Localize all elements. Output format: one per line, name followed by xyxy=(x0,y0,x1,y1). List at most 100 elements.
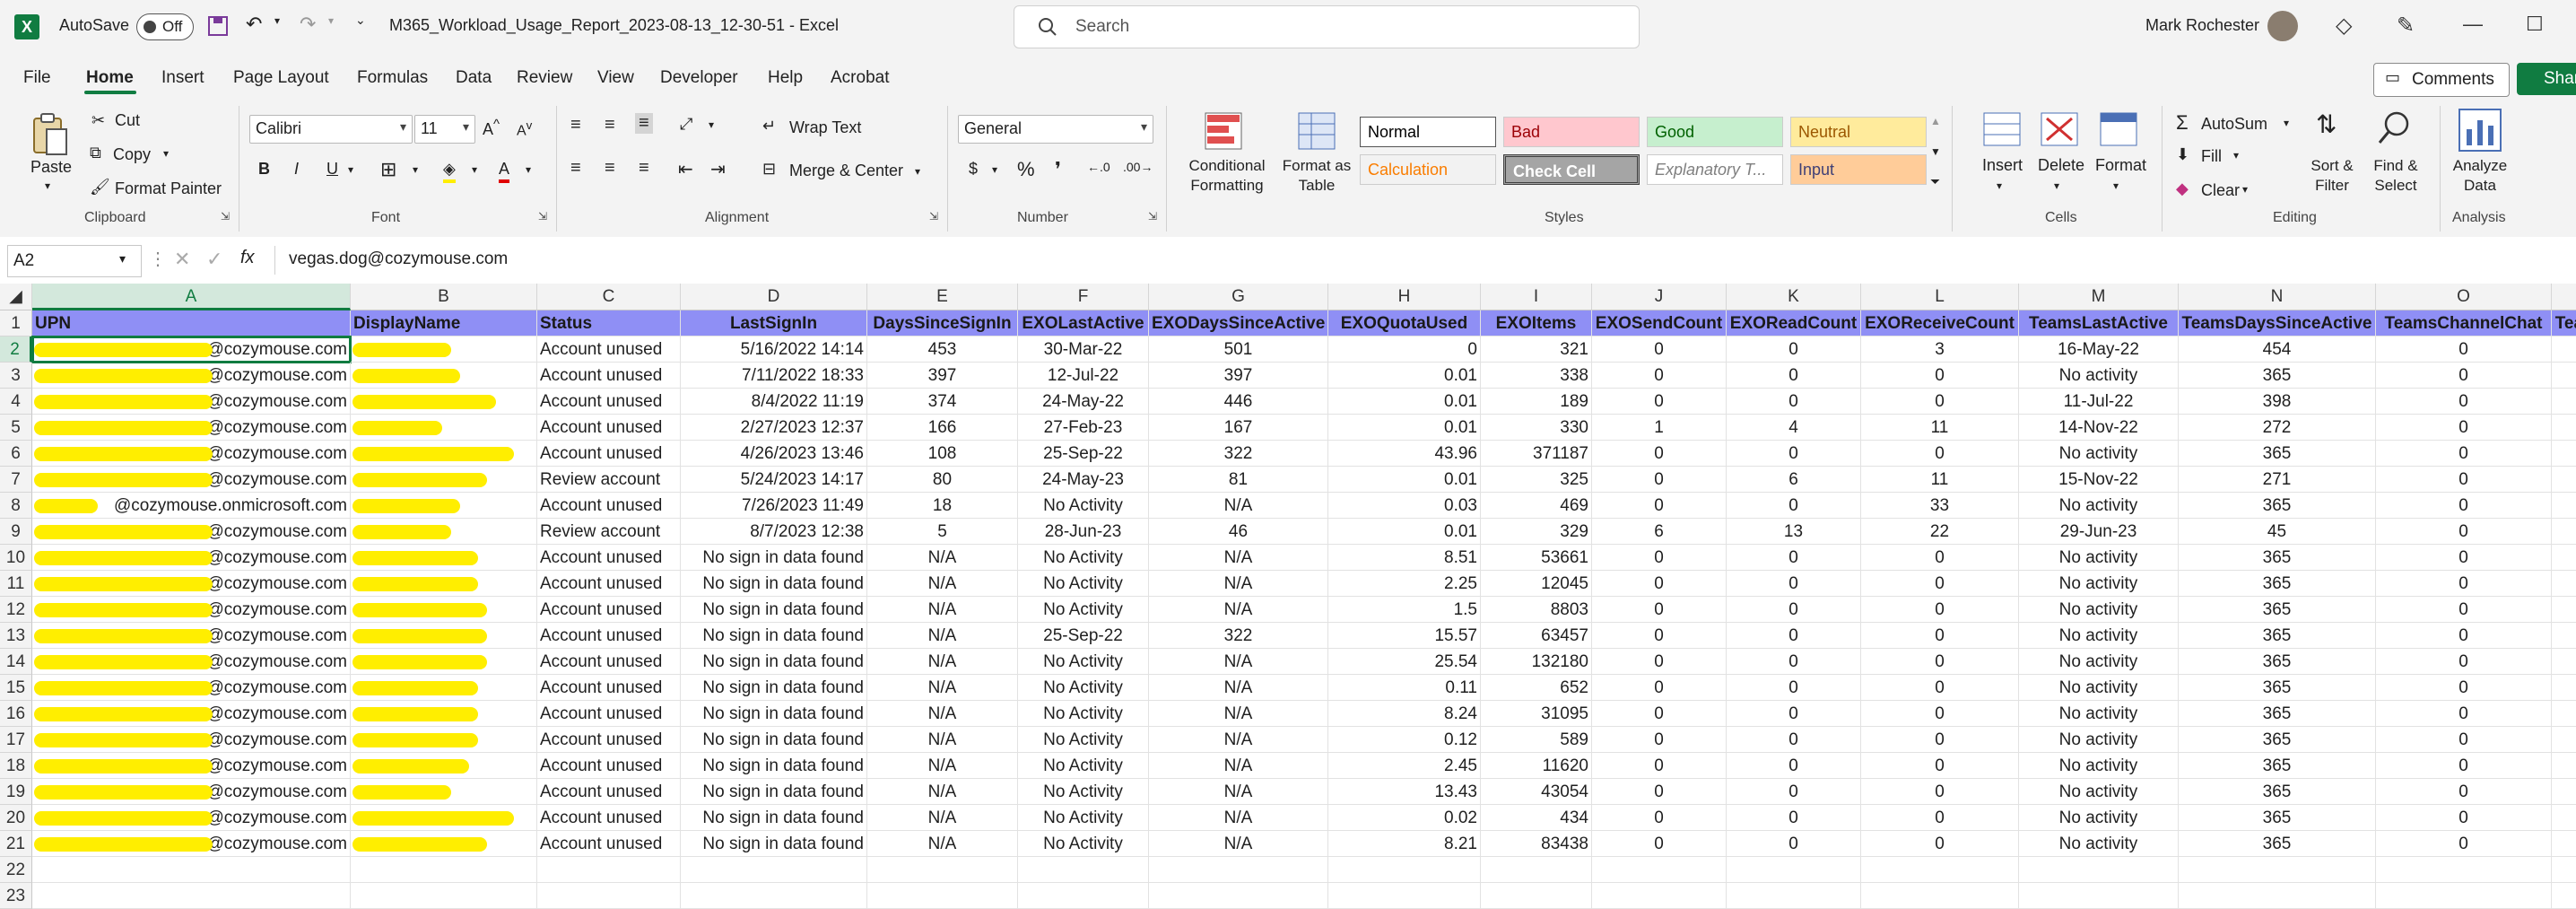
orientation-dropdown-icon[interactable]: ▾ xyxy=(709,118,714,131)
table-cell[interactable]: Account unused xyxy=(537,441,681,467)
table-cell[interactable]: N/A xyxy=(867,649,1018,675)
row-header[interactable]: 14 xyxy=(0,649,32,675)
table-cell[interactable]: 0 xyxy=(2376,467,2552,493)
header-cell[interactable]: TeamsChannelChat xyxy=(2376,310,2552,337)
cell-style-calculation[interactable]: Calculation xyxy=(1360,154,1496,185)
currency-dropdown-icon[interactable]: ▾ xyxy=(992,163,997,176)
header-cell[interactable]: DisplayName xyxy=(351,310,537,337)
table-cell[interactable]: 397 xyxy=(1149,363,1328,389)
column-header-l[interactable]: L xyxy=(1861,284,2019,310)
table-cell[interactable]: 652 xyxy=(1481,675,1592,701)
tab-help[interactable]: Help xyxy=(768,68,803,88)
name-box[interactable]: A2 ▾ xyxy=(7,245,142,277)
table-cell[interactable]: 446 xyxy=(1149,389,1328,415)
table-cell[interactable]: 322 xyxy=(1149,623,1328,649)
table-cell[interactable]: 0 xyxy=(1727,623,1861,649)
sort-filter-icon[interactable]: ⇅ xyxy=(2316,109,2337,139)
align-center-icon[interactable]: ≡ xyxy=(605,158,615,179)
table-cell[interactable]: 589 xyxy=(1481,727,1592,753)
table-cell[interactable]: 0 xyxy=(2552,363,2576,389)
empty-cell[interactable] xyxy=(32,857,351,883)
table-cell[interactable]: Review account xyxy=(537,467,681,493)
empty-cell[interactable] xyxy=(1018,857,1149,883)
table-cell[interactable]: 0 xyxy=(1861,675,2019,701)
table-cell[interactable]: 0.02 xyxy=(1328,805,1481,831)
header-cell[interactable]: EXOSendCount xyxy=(1592,310,1727,337)
insert-button[interactable]: Insert xyxy=(1982,156,2023,175)
table-cell[interactable]: 33 xyxy=(1861,493,2019,519)
save-icon[interactable] xyxy=(206,14,230,38)
bold-icon[interactable]: B xyxy=(258,160,270,179)
autosum-icon[interactable]: Σ xyxy=(2176,111,2189,135)
borders-dropdown-icon[interactable]: ▾ xyxy=(413,163,418,176)
table-cell[interactable]: 0 xyxy=(1727,389,1861,415)
table-cell[interactable]: 31095 xyxy=(1481,701,1592,727)
column-header-n[interactable]: N xyxy=(2179,284,2376,310)
table-cell[interactable]: 0 xyxy=(1861,389,2019,415)
table-cell[interactable]: 0.01 xyxy=(1328,467,1481,493)
row-header[interactable]: 7 xyxy=(0,467,32,493)
header-cell[interactable]: TeamsDaysSinceActive xyxy=(2179,310,2376,337)
table-cell[interactable]: 365 xyxy=(2179,727,2376,753)
table-cell[interactable]: 0 xyxy=(1727,675,1861,701)
table-cell[interactable]: 28-Jun-23 xyxy=(1018,519,1149,545)
table-cell[interactable]: 6 xyxy=(1727,467,1861,493)
table-cell[interactable]: N/A xyxy=(867,753,1018,779)
table-cell[interactable]: 0 xyxy=(1328,337,1481,363)
table-cell[interactable]: 0 xyxy=(2376,779,2552,805)
table-cell[interactable]: Account unused xyxy=(537,727,681,753)
tab-view[interactable]: View xyxy=(597,68,634,88)
table-cell[interactable]: No Activity xyxy=(1018,545,1149,571)
table-cell[interactable]: 24-May-22 xyxy=(1018,389,1149,415)
search-box[interactable]: Search xyxy=(1014,5,1640,48)
table-cell[interactable]: 365 xyxy=(2179,545,2376,571)
empty-cell[interactable] xyxy=(2376,857,2552,883)
table-cell[interactable]: 132180 xyxy=(1481,649,1592,675)
table-cell[interactable]: 5/24/2023 14:17 xyxy=(681,467,867,493)
empty-cell[interactable] xyxy=(1861,857,2019,883)
row-header[interactable]: 10 xyxy=(0,545,32,571)
table-cell[interactable]: No sign in data found xyxy=(681,571,867,597)
tab-insert[interactable]: Insert xyxy=(161,68,205,88)
row-header[interactable]: 12 xyxy=(0,597,32,623)
table-cell[interactable]: No sign in data found xyxy=(681,727,867,753)
table-cell[interactable]: 0 xyxy=(2552,337,2576,363)
table-cell[interactable]: 0 xyxy=(1592,337,1727,363)
table-cell[interactable]: No Activity xyxy=(1018,675,1149,701)
table-cell[interactable]: 0 xyxy=(1861,597,2019,623)
tab-page-layout[interactable]: Page Layout xyxy=(233,68,329,88)
table-cell[interactable]: 365 xyxy=(2179,675,2376,701)
table-cell[interactable]: 45 xyxy=(2179,519,2376,545)
table-cell[interactable]: 0 xyxy=(2552,571,2576,597)
table-cell[interactable]: 6 xyxy=(1592,519,1727,545)
table-cell[interactable]: 365 xyxy=(2179,701,2376,727)
cell-style-input[interactable]: Input xyxy=(1790,154,1927,185)
table-cell[interactable]: 0 xyxy=(2376,831,2552,857)
column-header-d[interactable]: D xyxy=(681,284,867,310)
table-cell[interactable]: 0 xyxy=(2552,441,2576,467)
empty-cell[interactable] xyxy=(1149,857,1328,883)
header-cell[interactable]: TeamsLastActive xyxy=(2019,310,2179,337)
table-cell[interactable]: 453 xyxy=(867,337,1018,363)
undo-dropdown-icon[interactable]: ▾ xyxy=(274,14,280,27)
cell-style-bad[interactable]: Bad xyxy=(1503,117,1640,147)
table-cell[interactable]: Account unused xyxy=(537,597,681,623)
table-cell[interactable]: 8803 xyxy=(1481,597,1592,623)
table-cell[interactable]: No activity xyxy=(2019,831,2179,857)
table-cell[interactable]: 365 xyxy=(2179,779,2376,805)
format-painter-button[interactable]: Format Painter xyxy=(115,179,222,198)
table-cell[interactable]: 0 xyxy=(1727,649,1861,675)
table-cell[interactable]: 15.57 xyxy=(1328,623,1481,649)
fill-dropdown-icon[interactable]: ▾ xyxy=(2233,149,2239,162)
table-cell[interactable]: 0 xyxy=(2552,779,2576,805)
user-name[interactable]: Mark Rochester xyxy=(2145,16,2259,35)
enter-icon[interactable]: ✓ xyxy=(206,248,222,271)
table-cell[interactable]: 0 xyxy=(1861,545,2019,571)
table-cell[interactable]: 0 xyxy=(1592,649,1727,675)
table-cell[interactable]: No activity xyxy=(2019,649,2179,675)
table-cell[interactable]: No activity xyxy=(2019,363,2179,389)
table-cell[interactable]: No Activity xyxy=(1018,831,1149,857)
table-cell[interactable]: No sign in data found xyxy=(681,779,867,805)
table-cell[interactable]: 4 xyxy=(1727,415,1861,441)
header-cell[interactable]: EXOReceiveCount xyxy=(1861,310,2019,337)
